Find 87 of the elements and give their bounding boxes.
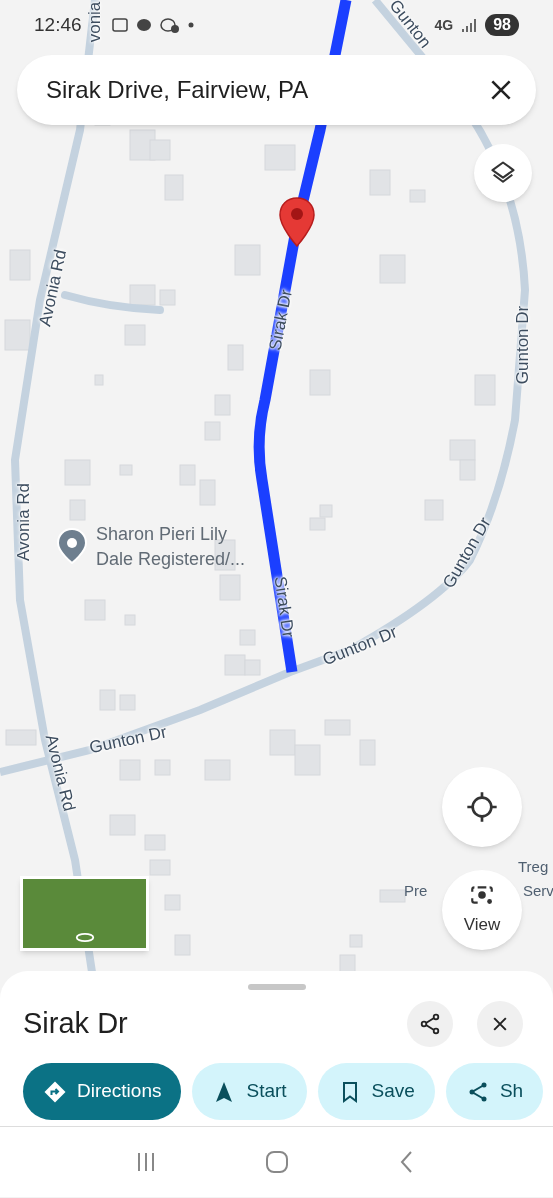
building	[244, 659, 261, 676]
building	[234, 244, 261, 276]
building	[309, 369, 331, 396]
street-view-thumbnail[interactable]	[20, 876, 149, 951]
building	[149, 859, 171, 876]
share-button[interactable]	[407, 1001, 453, 1047]
action-chip[interactable]: Sh	[445, 1063, 544, 1120]
building	[359, 739, 376, 766]
building	[124, 324, 146, 346]
building	[269, 729, 296, 756]
building	[94, 374, 104, 386]
building	[69, 499, 86, 521]
building	[124, 614, 136, 626]
drag-handle[interactable]	[247, 984, 306, 990]
place-pin-icon	[57, 528, 87, 564]
place-label: Pre	[404, 881, 428, 901]
action-chip[interactable]: Start	[192, 1063, 307, 1120]
building	[224, 654, 246, 676]
building	[174, 934, 191, 956]
building	[324, 719, 351, 736]
building	[204, 759, 231, 781]
share-icon	[418, 1012, 442, 1036]
building	[119, 694, 136, 711]
close-button[interactable]	[477, 1001, 523, 1047]
building	[144, 834, 166, 851]
road-label: Avonia Rd	[40, 732, 80, 814]
road-label: Gunton Dr	[512, 305, 534, 385]
chat-bubble-icon	[135, 17, 152, 33]
building	[214, 394, 231, 416]
building	[5, 729, 37, 746]
road-label: Avonia Rd	[34, 247, 72, 329]
building	[349, 934, 363, 948]
road-label: Sirak Dr	[269, 574, 299, 640]
building	[9, 249, 31, 281]
building	[129, 284, 156, 306]
chat-bubble-icon	[159, 17, 180, 33]
road-label: Avonia Rd	[13, 482, 35, 562]
search-field[interactable]: Sirak Drive, Fairview, PA	[17, 55, 536, 125]
home-icon[interactable]	[264, 1150, 289, 1174]
layers-button[interactable]	[474, 144, 532, 202]
network-type: 4G	[434, 15, 454, 35]
building	[379, 889, 406, 903]
dot-icon	[187, 22, 194, 28]
building	[294, 744, 321, 776]
building	[204, 421, 221, 441]
building	[409, 189, 426, 203]
building	[109, 814, 136, 836]
building	[179, 464, 196, 486]
gallery-icon	[111, 17, 128, 33]
action-chip[interactable]: Save	[317, 1063, 435, 1120]
battery-indicator: 98	[485, 14, 519, 36]
building	[379, 254, 406, 284]
rotate-icon	[73, 931, 96, 944]
building	[474, 374, 496, 406]
place-title: Sirak Dr	[23, 1006, 129, 1042]
building	[159, 289, 176, 306]
road-label: Gunton Dr	[87, 721, 169, 760]
road-label: Gunton Dr	[319, 621, 401, 672]
building	[319, 504, 333, 518]
road-label: vonia	[84, 1, 106, 43]
place-name[interactable]: Sharon Pieri Lily Dale Registered/...	[96, 522, 258, 572]
building	[239, 629, 256, 646]
building	[199, 479, 216, 506]
building	[64, 459, 91, 486]
signal-icon	[461, 17, 478, 33]
building	[99, 689, 116, 711]
place-label: Serv	[523, 881, 553, 901]
building	[424, 499, 444, 521]
map-pin-icon	[277, 196, 317, 248]
building	[164, 174, 184, 201]
directions-icon	[43, 1079, 67, 1104]
action-chip[interactable]: Directions	[23, 1063, 182, 1120]
building	[264, 144, 296, 171]
building	[309, 517, 326, 531]
clock: 12:46	[34, 12, 82, 37]
building	[227, 344, 244, 371]
road-label: Sirak Dr	[264, 287, 297, 353]
building	[84, 599, 106, 621]
building	[369, 169, 391, 196]
view-button[interactable]: View	[442, 870, 522, 950]
building	[164, 894, 181, 911]
building	[4, 319, 31, 351]
building	[119, 464, 133, 476]
crosshair-icon	[466, 791, 498, 823]
building	[219, 574, 241, 601]
building	[154, 759, 171, 776]
building	[119, 759, 141, 781]
